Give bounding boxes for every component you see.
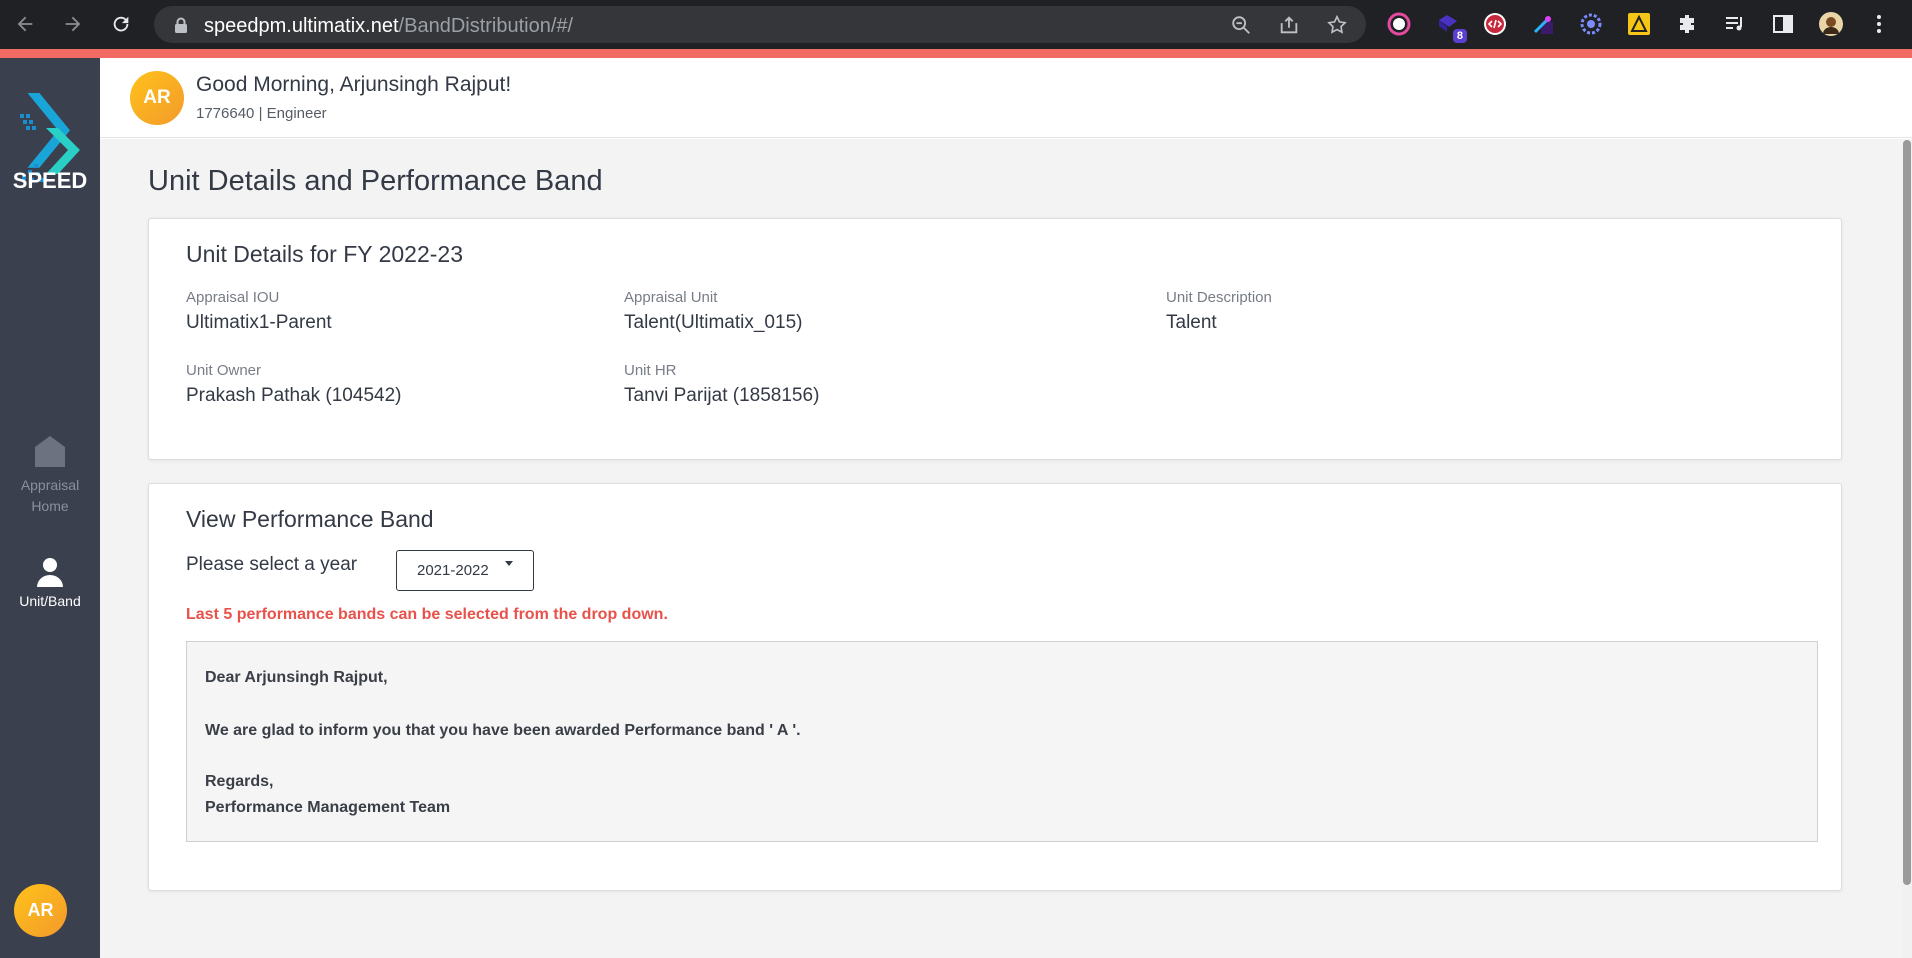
field-value: Talent(Ultimatix_015)	[624, 312, 803, 333]
field-value: Ultimatix1-Parent	[186, 312, 332, 333]
home-icon	[35, 436, 65, 467]
year-select-label: Please select a year	[186, 554, 358, 575]
bookmark-star-icon[interactable]	[1326, 14, 1348, 36]
media-playlist-icon[interactable]	[1722, 11, 1748, 37]
back-button[interactable]	[10, 9, 40, 39]
field-unit-hr: Unit HR Tanvi Parijat (1858156)	[624, 362, 819, 407]
chevron-down-icon	[505, 561, 513, 566]
field-label: Unit HR	[624, 362, 677, 379]
performance-band-card: View Performance Band Please select a ye…	[148, 483, 1842, 891]
sidebar-item-unit-band[interactable]: Unit/Band	[0, 557, 100, 612]
message-closing: Regards,	[205, 773, 274, 790]
color-extension-icon[interactable]	[1386, 11, 1412, 37]
extension-badge: 8	[1452, 29, 1467, 43]
browser-toolbar: speedpm.ultimatix.net/BandDistribution/#…	[0, 0, 1912, 49]
browser-menu-icon[interactable]	[1866, 11, 1892, 37]
message-signature: Performance Management Team	[205, 799, 451, 816]
page-header: AR Good Morning, Arjunsingh Rajput! 1776…	[100, 58, 1912, 138]
page-top-accent-bar	[0, 49, 1912, 58]
field-unit-owner: Unit Owner Prakash Pathak (104542)	[186, 362, 401, 407]
message-body: We are glad to inform you that you have …	[205, 722, 801, 739]
field-label: Appraisal Unit	[624, 289, 718, 306]
address-bar[interactable]: speedpm.ultimatix.net/BandDistribution/#…	[154, 6, 1366, 43]
avatar[interactable]: AR	[130, 71, 184, 125]
page-title: Unit Details and Performance Band	[148, 165, 603, 197]
forward-button[interactable]	[58, 9, 88, 39]
gear-extension-icon[interactable]	[1578, 11, 1604, 37]
field-appraisal-unit: Appraisal Unit Talent(Ultimatix_015)	[624, 289, 802, 334]
lock-icon	[175, 17, 187, 33]
reload-button[interactable]	[106, 9, 136, 39]
dropdown-note: Last 5 performance bands can be selected…	[186, 606, 668, 623]
code-extension-icon[interactable]	[1482, 11, 1508, 37]
greeting-text: Good Morning, Arjunsingh Rajput!	[196, 73, 512, 96]
sidebar: SPEED Appraisal Home Unit/Band AR	[0, 58, 100, 958]
year-dropdown[interactable]: 2021-2022	[396, 550, 534, 591]
message-salutation: Dear Arjunsingh Rajput,	[205, 669, 388, 686]
warning-extension-icon[interactable]	[1626, 11, 1652, 37]
field-label: Unit Owner	[186, 362, 262, 379]
sidebar-item-label: Appraisal	[20, 477, 80, 493]
color-picker-extension-icon[interactable]	[1530, 11, 1556, 37]
user-icon	[37, 558, 63, 587]
field-value: Prakash Pathak (104542)	[186, 385, 402, 406]
back-arrow-icon	[17, 16, 33, 32]
share-icon[interactable]	[1278, 14, 1300, 36]
profile-avatar-icon[interactable]	[1818, 11, 1844, 37]
performance-band-title: View Performance Band	[186, 506, 434, 532]
field-label: Unit Description	[1166, 289, 1272, 306]
sidebar-item-label: Home	[31, 498, 69, 514]
logo-text: SPEED	[12, 168, 88, 193]
puzzle-extension-icon[interactable]: 8	[1435, 11, 1467, 43]
scrollbar-thumb[interactable]	[1903, 140, 1911, 885]
performance-band-message: Dear Arjunsingh Rajput, We are glad to i…	[186, 641, 1818, 842]
field-value: Talent	[1166, 312, 1217, 333]
zoom-icon[interactable]	[1230, 14, 1252, 36]
unit-details-card: Unit Details for FY 2022-23 Appraisal IO…	[148, 218, 1842, 460]
url-text: speedpm.ultimatix.net/BandDistribution/#…	[204, 15, 574, 37]
extensions-puzzle-icon[interactable]	[1674, 11, 1700, 37]
sidebar-item-appraisal-home[interactable]: Appraisal Home	[0, 433, 100, 517]
main-content: Unit Details and Performance Band Unit D…	[100, 139, 1902, 958]
side-panel-icon[interactable]	[1770, 11, 1796, 37]
field-appraisal-iou: Appraisal IOU Ultimatix1-Parent	[186, 289, 332, 334]
field-value: Tanvi Parijat (1858156)	[624, 385, 820, 406]
unit-details-title: Unit Details for FY 2022-23	[186, 241, 463, 267]
field-label: Appraisal IOU	[186, 289, 280, 306]
year-dropdown-value: 2021-2022	[417, 562, 489, 579]
reload-icon	[113, 16, 129, 32]
field-unit-description: Unit Description Talent	[1166, 289, 1272, 334]
sidebar-item-label: Unit/Band	[19, 593, 81, 609]
forward-arrow-icon	[65, 16, 81, 32]
employee-info: 1776640 | Engineer	[196, 105, 327, 122]
sidebar-avatar[interactable]: AR	[14, 884, 67, 937]
